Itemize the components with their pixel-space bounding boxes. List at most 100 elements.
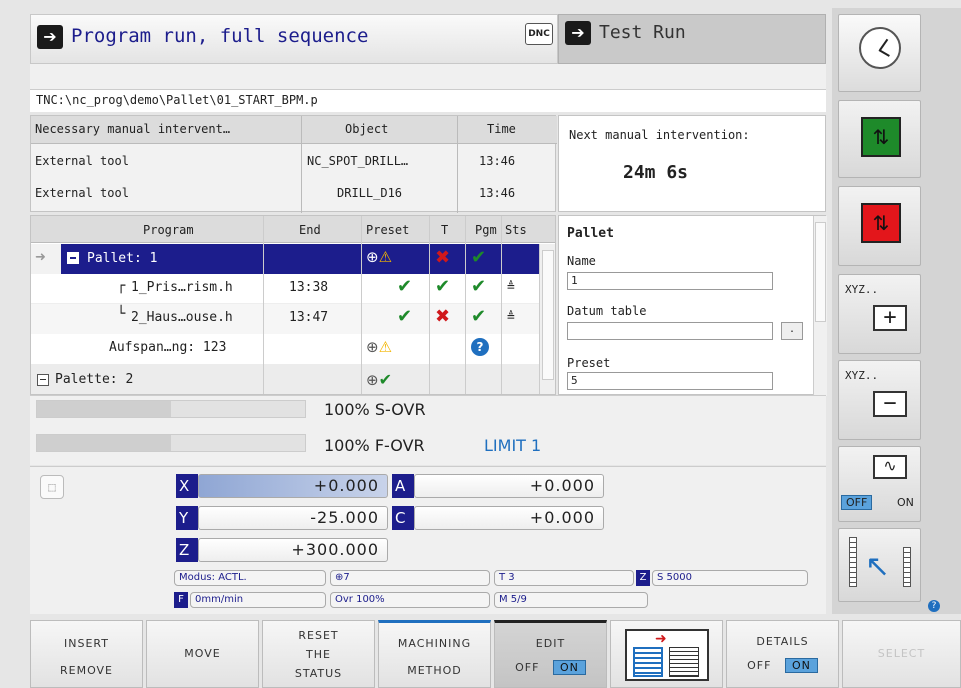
axis-label: X — [176, 474, 198, 498]
wave-icon: ∿ — [873, 455, 907, 479]
machining-method-softkey[interactable]: MACHINING METHOD — [378, 620, 491, 688]
diagonal-arrow-icon: ↖ — [865, 549, 891, 584]
datum-table-field[interactable] — [567, 322, 773, 340]
softkey-label: MACHINING — [397, 637, 472, 650]
preset-label: Preset — [567, 356, 611, 370]
right-softkey-panel: ⇅ ⇅ XYZ.. + XYZ.. − ∿ OFF ON ↖ ? — [832, 8, 961, 614]
override-box: Ovr 100% — [330, 592, 490, 608]
table-row[interactable] — [31, 304, 539, 334]
program-name: 1_Pris…rism.h — [131, 280, 233, 295]
collapse-icon[interactable] — [67, 252, 79, 264]
cycle-stop-button[interactable]: ⇅ — [838, 186, 921, 266]
col-header: Sts — [505, 223, 527, 237]
xyz-plus-label: XYZ.. — [845, 283, 879, 296]
status-icon: ≜ — [507, 310, 515, 325]
potentiometer-button[interactable]: ↖ — [838, 528, 921, 602]
spindle-axis-label: Z — [636, 570, 650, 586]
on-badge: ON — [552, 660, 586, 675]
col-header: End — [299, 223, 321, 237]
browse-button[interactable]: . — [781, 322, 803, 340]
softkey-label: SELECT — [877, 647, 926, 660]
second-mode-header[interactable]: ➔ Test Run — [558, 14, 826, 64]
softkey-label: MOVE — [184, 647, 221, 660]
col-header: Time — [487, 122, 516, 136]
xyz-minus-label: XYZ.. — [845, 369, 879, 382]
help-icon: ? — [471, 338, 489, 356]
modus-box: Modus: ACTL. — [174, 570, 326, 586]
xyz-minus-button[interactable]: XYZ.. − — [838, 360, 921, 440]
cycle-start-icon: ⇅ — [861, 117, 901, 157]
pallet-title: Pallet — [567, 226, 614, 241]
move-softkey[interactable]: MOVE — [146, 620, 259, 688]
table-cell: External tool — [35, 154, 129, 168]
view-softkey[interactable]: ➜ — [610, 620, 723, 688]
program-end: 13:47 — [289, 310, 329, 325]
softkey-label: EDIT — [535, 637, 566, 650]
xyz-plus-button[interactable]: XYZ.. + — [838, 274, 921, 354]
edit-softkey[interactable]: EDIT OFF ON — [494, 620, 607, 688]
col-header: Pgm — [475, 223, 497, 237]
axis-value: -25.000 — [198, 506, 388, 530]
program-name: Aufspan…ng: 123 — [109, 340, 227, 355]
softkey-label: STATUS — [294, 667, 343, 680]
preset-icon: ⊕⚠ — [366, 248, 393, 266]
slider-left-icon — [849, 537, 857, 587]
col-header: Necessary manual intervent… — [35, 122, 231, 136]
table-cell: 13:46 — [479, 154, 516, 168]
axis-label: C — [392, 506, 414, 530]
table-cell: NC_SPOT_DRILL… — [307, 154, 409, 168]
table-row[interactable] — [31, 334, 539, 364]
block-forward-button[interactable]: ⇅ — [838, 100, 921, 178]
clock-button[interactable] — [838, 14, 921, 92]
preset-icon: ⊕✔ — [366, 370, 392, 389]
col-header: Preset — [366, 223, 410, 237]
header-spacer — [30, 64, 826, 90]
axis-value: +0.000 — [414, 506, 604, 530]
help-icon[interactable]: ? — [928, 600, 940, 612]
name-field[interactable]: 1 — [567, 272, 773, 290]
scrollbar[interactable] — [813, 216, 827, 396]
slider-right-icon — [903, 547, 911, 587]
table-cell: DRILL_D16 — [337, 186, 403, 200]
off-label: OFF — [515, 661, 540, 674]
second-mode-title: Test Run — [599, 22, 686, 43]
col-header: T — [441, 223, 449, 237]
preset-field[interactable]: 5 — [567, 372, 773, 390]
table-cell: 13:46 — [479, 186, 516, 200]
toggle-button[interactable]: ∿ OFF ON — [838, 446, 921, 522]
datum-table-label: Datum table — [567, 304, 647, 318]
scrollbar[interactable] — [539, 244, 555, 394]
s-ovr-label: 100% S-OVR — [324, 400, 426, 419]
arrow-right-icon: ➔ — [565, 21, 591, 45]
machine-icon[interactable]: ⬚ — [40, 475, 64, 499]
status-icon: ≜ — [507, 280, 515, 295]
next-intervention-label: Next manual intervention: — [569, 128, 750, 142]
softkey-label: INSERT — [64, 637, 109, 650]
on-badge: ON — [784, 658, 818, 673]
mode-header: ➔ Program run, full sequence DNC — [30, 14, 558, 64]
check-icon: ✔ — [397, 276, 413, 297]
preset-box: ⊕7 — [330, 570, 490, 586]
softkey-label: RESET — [298, 629, 339, 642]
details-softkey[interactable]: DETAILS OFF ON — [726, 620, 839, 688]
reset-status-softkey[interactable]: RESET THE STATUS — [262, 620, 375, 688]
off-label: OFF — [747, 659, 772, 672]
next-intervention-panel: Next manual intervention: 24m 6s — [558, 115, 826, 212]
m-function-box: M 5/9 — [494, 592, 648, 608]
check-icon: ✔ — [471, 276, 487, 297]
dnc-icon[interactable]: DNC — [525, 23, 553, 45]
insert-remove-softkey[interactable]: INSERT REMOVE — [30, 620, 143, 688]
axis-value: +0.000 — [198, 474, 388, 498]
program-name: Pallet: 1 — [87, 251, 158, 266]
select-softkey[interactable]: SELECT — [842, 620, 961, 688]
program-end: 13:38 — [289, 280, 329, 295]
off-badge: OFF — [841, 495, 873, 510]
collapse-icon[interactable] — [37, 374, 49, 386]
softkey-label: THE — [306, 648, 331, 661]
plus-icon: + — [873, 305, 907, 331]
table-row[interactable] — [31, 274, 539, 304]
clock-icon — [859, 27, 901, 69]
softkey-label: DETAILS — [756, 635, 809, 648]
pallet-panel: Pallet Name 1 Datum table . Preset 5 — [558, 215, 827, 396]
spindle-box: S 5000 — [652, 570, 808, 586]
